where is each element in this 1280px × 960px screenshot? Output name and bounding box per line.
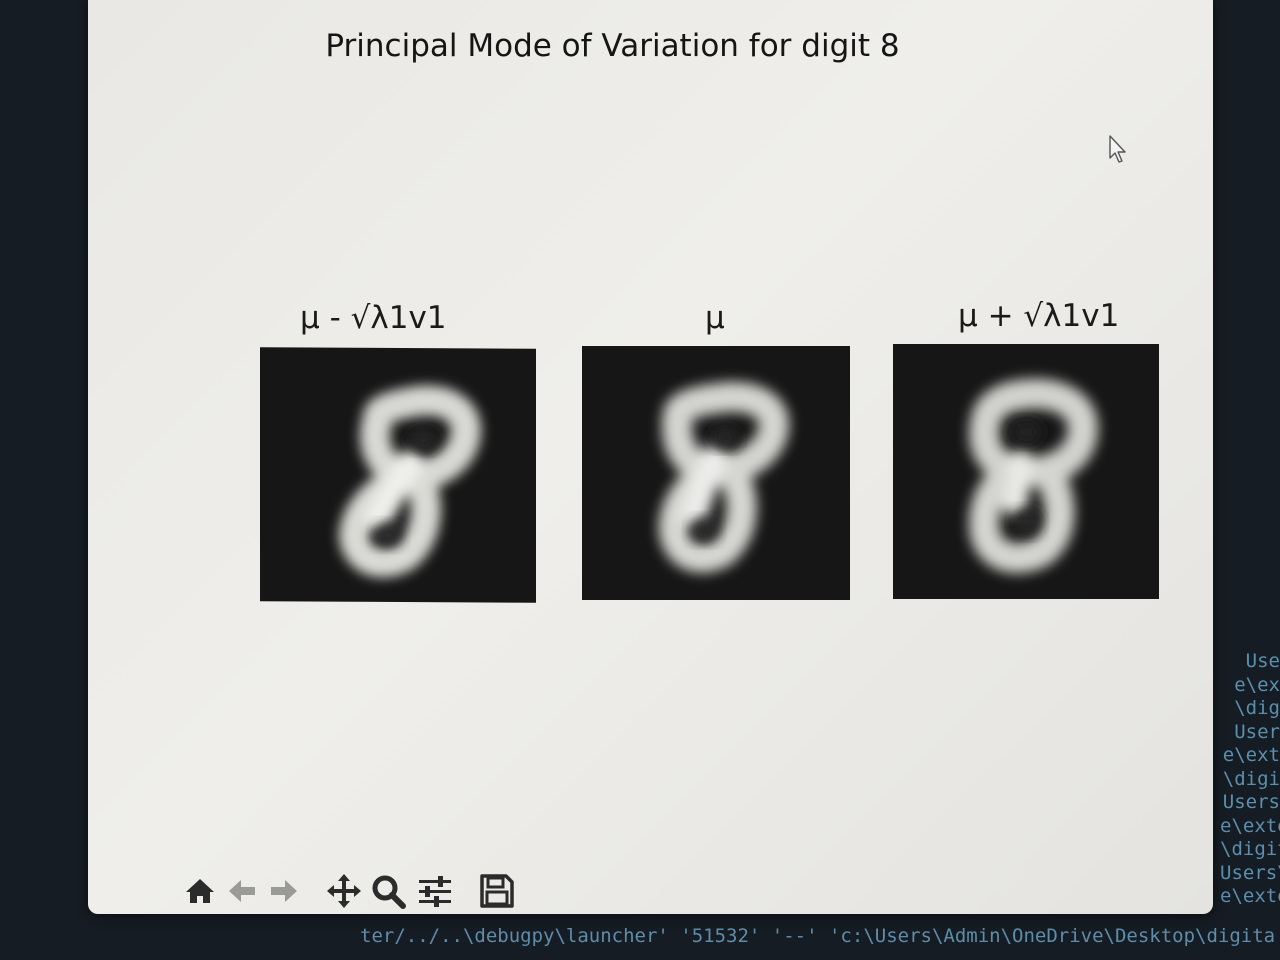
mouse-cursor-icon [1109,135,1126,163]
terminal-line: e\ex [1234,673,1280,696]
panel-title-plus: μ + √λ1v1 [958,298,1120,334]
terminal-line: Users\ [1220,861,1280,884]
figure-window: Principal Mode of Variation for digit 8 … [88,0,1213,914]
digit-8-plus-image [969,378,1098,573]
terminal-right-lines: Use e\ex \dig User e\ext \digi Users e\e… [1220,650,1280,909]
save-icon[interactable] [478,870,516,912]
terminal-line: e\exte [1220,814,1280,837]
digit-8-mean-image [658,382,789,573]
terminal-line: Users [1222,791,1280,813]
figure-title: Principal Mode of Variation for digit 8 [325,28,900,64]
terminal-line: \dig [1234,697,1280,719]
panel-title-minus: μ - √λ1v1 [300,300,447,336]
digit-8-minus-image [339,385,481,578]
terminal-line: \digit [1220,838,1280,860]
terminal-line: e\exte [1220,885,1280,907]
configure-subplots-icon[interactable] [416,870,454,912]
back-icon[interactable] [224,870,260,912]
terminal-bottom-line: ter/../..\debugpy\launcher' '51532' '--'… [360,925,1276,947]
terminal-line: \digi [1222,767,1280,790]
zoom-icon[interactable] [370,870,408,912]
pan-icon[interactable] [324,870,364,912]
panel-title-mean: μ [705,300,725,336]
panel-image-plus [893,344,1159,599]
terminal-line: User [1234,720,1280,743]
forward-icon[interactable] [266,870,302,912]
home-icon[interactable] [182,870,218,912]
panel-image-minus [260,347,536,603]
terminal-line: e\ext [1222,744,1280,766]
figure-toolbar [182,870,542,912]
terminal-line: Use [1245,650,1280,672]
panel-image-mean [582,346,850,600]
